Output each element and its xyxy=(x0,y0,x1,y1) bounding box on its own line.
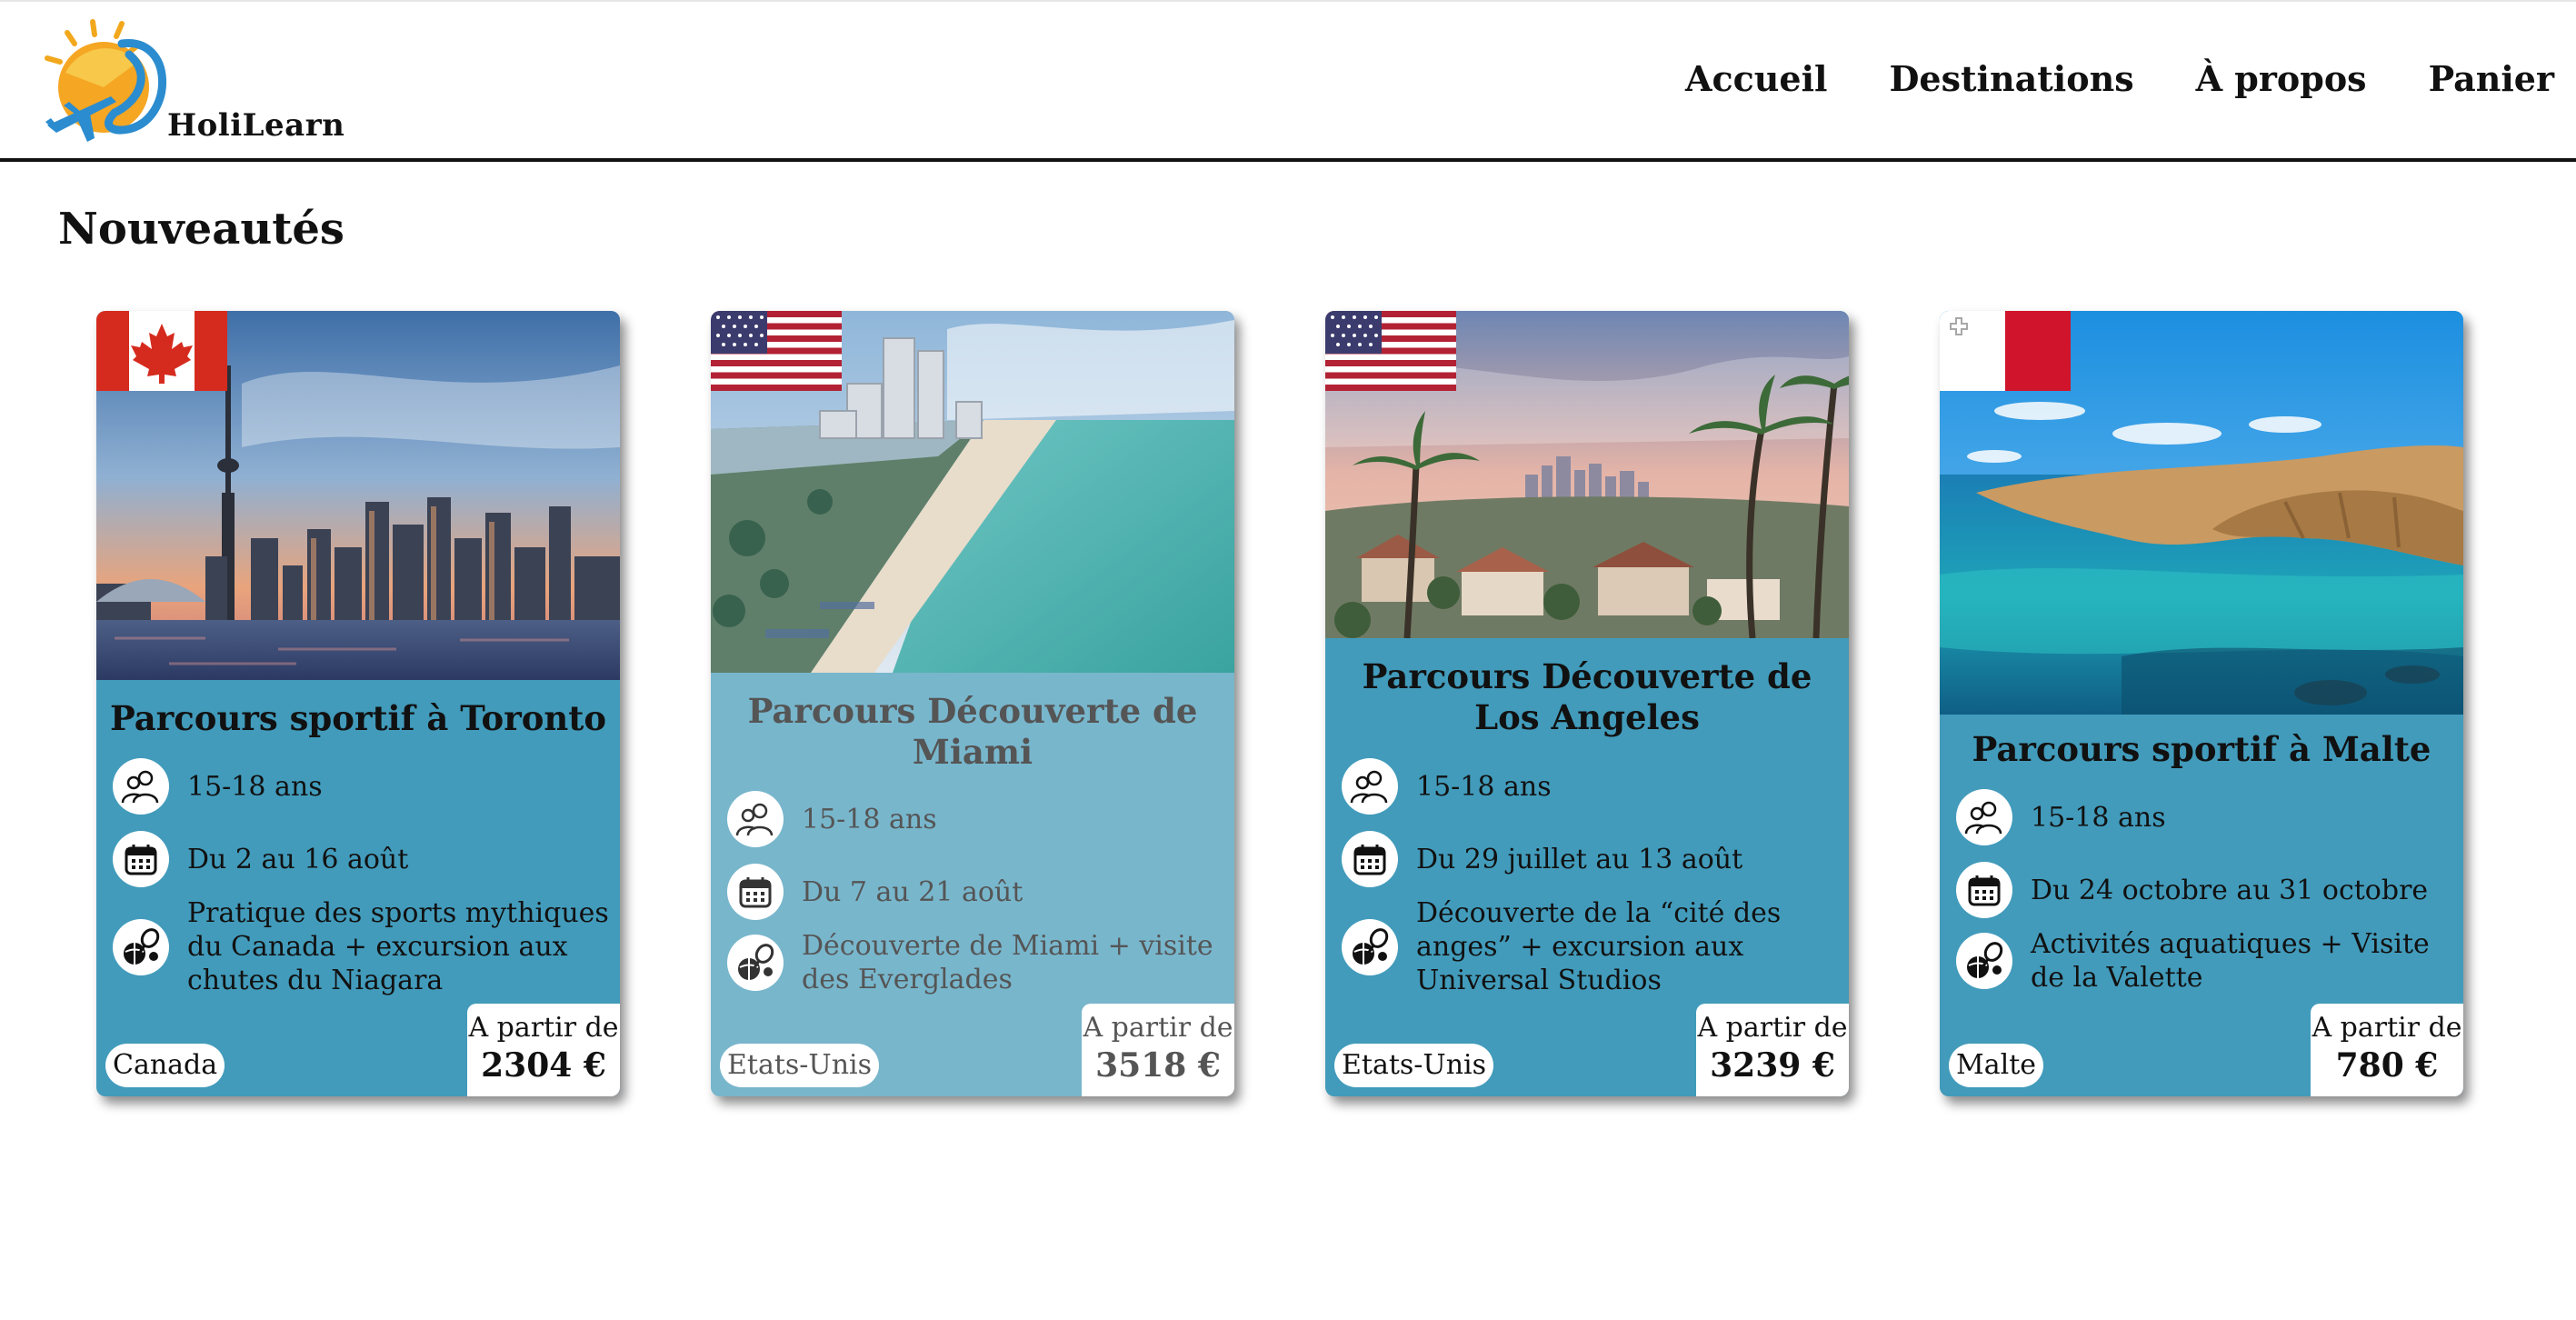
price-box: A partir de 3518 € xyxy=(1082,1004,1234,1096)
site-header: HoliLearn Accueil Destinations À propos … xyxy=(0,0,2576,162)
calendar-icon xyxy=(1342,831,1398,887)
activities-text: Activités aquatiques + Visite de la Vale… xyxy=(2031,928,2430,994)
dates-text: Du 24 octobre au 31 octobre xyxy=(2031,874,2429,906)
calendar-icon xyxy=(727,864,784,920)
card-title: Parcours Découverte de Los Angeles xyxy=(1362,656,1812,737)
dates-text: Du 2 au 16 août xyxy=(187,843,409,875)
trip-card[interactable]: Parcours sportif à Toronto 15-18 ans Du … xyxy=(96,311,620,1096)
price-value: 3239 € xyxy=(1710,1046,1835,1085)
age-text: 15-18 ans xyxy=(1416,770,1552,803)
price-value: 3518 € xyxy=(1095,1046,1221,1085)
price-label: A partir de xyxy=(468,1012,619,1044)
nav-a-propos[interactable]: À propos xyxy=(2196,58,2367,99)
dates-row: Du 24 octobre au 31 octobre xyxy=(1956,862,2458,918)
dates-row: Du 29 juillet au 13 août xyxy=(1342,831,1843,887)
age-row: 15-18 ans xyxy=(1956,789,2458,845)
nav-panier[interactable]: Panier xyxy=(2429,58,2554,99)
nav-destinations[interactable]: Destinations xyxy=(1889,58,2133,99)
activities-row: Activités aquatiques + Visite de la Vale… xyxy=(1956,927,2458,995)
price-box: A partir de 2304 € xyxy=(467,1004,620,1096)
trip-photo-los-angeles xyxy=(1325,311,1849,638)
group-icon xyxy=(113,758,169,815)
age-text: 15-18 ans xyxy=(802,803,937,835)
country-badge: Etats-Unis xyxy=(720,1044,880,1087)
usa-flag-icon xyxy=(1325,311,1456,391)
group-icon xyxy=(1956,789,2012,845)
price-label: A partir de xyxy=(2311,1012,2462,1044)
sports-icon xyxy=(727,935,784,991)
age-row: 15-18 ans xyxy=(113,758,614,815)
price-box: A partir de 780 € xyxy=(2311,1004,2463,1096)
section-title: Nouveautés xyxy=(58,204,344,255)
sports-icon xyxy=(1342,918,1398,975)
trip-card[interactable]: Parcours sportif à Malte 15-18 ans Du 24… xyxy=(1940,311,2463,1096)
nav-accueil[interactable]: Accueil xyxy=(1685,58,1827,99)
price-label: A partir de xyxy=(1083,1012,1233,1044)
activities-row: Pratique des sports mythiques du Canada … xyxy=(113,896,614,997)
price-value: 780 € xyxy=(2335,1046,2439,1085)
group-icon xyxy=(1342,758,1398,815)
calendar-icon xyxy=(1956,862,2012,918)
dates-row: Du 7 au 21 août xyxy=(727,864,1229,920)
trip-photo-miami xyxy=(711,311,1234,673)
card-title: Parcours Découverte de Miami xyxy=(747,691,1198,772)
sports-icon xyxy=(1956,933,2012,989)
activities-text: Pratique des sports mythiques du Canada … xyxy=(187,897,609,996)
canada-flag-icon xyxy=(96,311,227,391)
age-text: 15-18 ans xyxy=(2031,801,2166,834)
country-badge: Canada xyxy=(105,1044,225,1087)
trip-photo-malta xyxy=(1940,311,2463,715)
price-value: 2304 € xyxy=(481,1046,606,1085)
group-icon xyxy=(727,791,784,847)
main-nav: Accueil Destinations À propos Panier xyxy=(1685,58,2554,99)
trip-card[interactable]: Parcours Découverte de Miami 15-18 ans D… xyxy=(711,311,1234,1096)
activities-row: Découverte de Miami + visite des Evergla… xyxy=(727,929,1229,996)
price-box: A partir de 3239 € xyxy=(1696,1004,1849,1096)
calendar-icon xyxy=(113,831,169,887)
trip-photo-toronto xyxy=(96,311,620,680)
usa-flag-icon xyxy=(711,311,842,391)
trip-card[interactable]: Parcours Découverte de Los Angeles 15-18… xyxy=(1325,311,1849,1096)
sun-plane-logo-icon xyxy=(45,19,167,142)
malta-flag-icon xyxy=(1940,311,2071,391)
age-text: 15-18 ans xyxy=(187,770,323,803)
age-row: 15-18 ans xyxy=(727,791,1229,847)
sports-icon xyxy=(113,918,169,975)
card-title: Parcours sportif à Toronto xyxy=(109,698,607,738)
age-row: 15-18 ans xyxy=(1342,758,1843,815)
activities-text: Découverte de la “cité des anges” + excu… xyxy=(1416,897,1782,996)
dates-text: Du 29 juillet au 13 août xyxy=(1416,843,1743,875)
country-badge: Malte xyxy=(1949,1044,2044,1087)
holilearn-logo[interactable]: HoliLearn xyxy=(38,18,344,153)
activities-text: Découverte de Miami + visite des Evergla… xyxy=(802,930,1213,995)
dates-text: Du 7 au 21 août xyxy=(802,875,1023,908)
dates-row: Du 2 au 16 août xyxy=(113,831,614,887)
activities-row: Découverte de la “cité des anges” + excu… xyxy=(1342,896,1843,997)
brand-name: HoliLearn xyxy=(167,107,345,144)
country-badge: Etats-Unis xyxy=(1334,1044,1494,1087)
price-label: A partir de xyxy=(1697,1012,1848,1044)
card-title: Parcours sportif à Malte xyxy=(1972,729,2431,769)
